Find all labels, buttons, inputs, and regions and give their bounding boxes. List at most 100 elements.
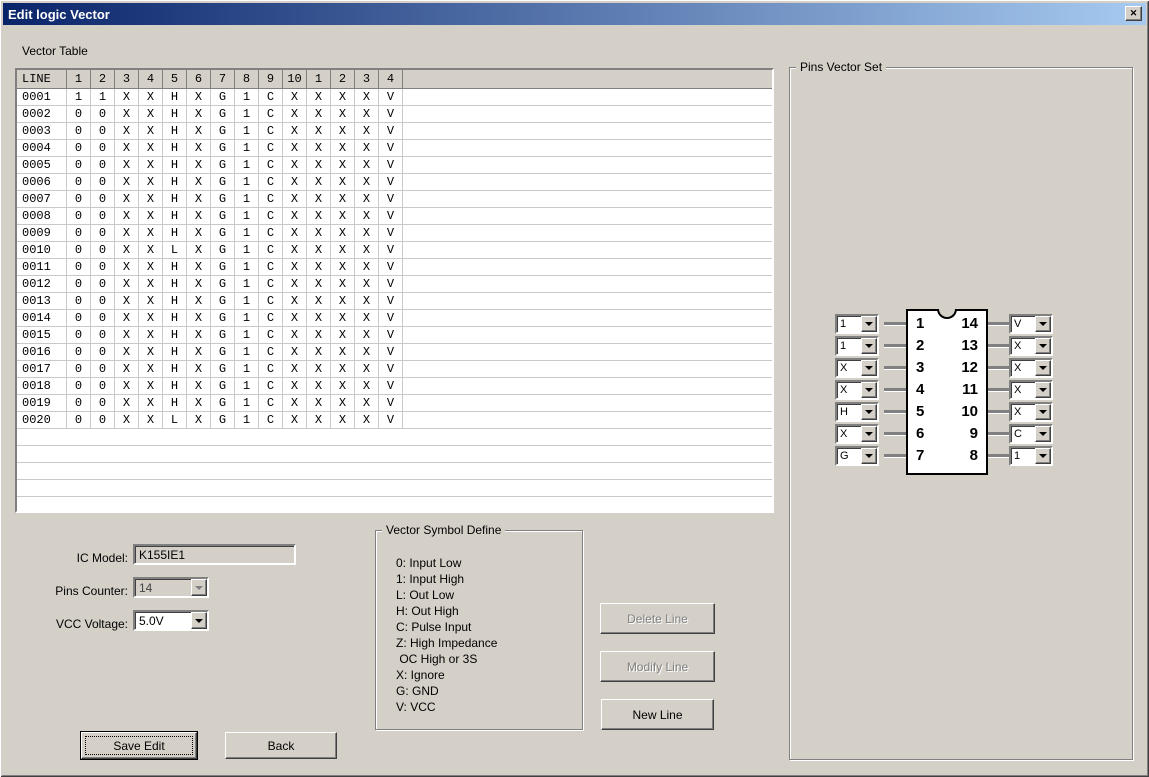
vector-cell: X (355, 208, 379, 224)
chevron-down-icon (1039, 454, 1047, 458)
vector-cell: C (259, 344, 283, 360)
ic-model-input[interactable]: K155IE1 (133, 544, 296, 565)
pin-6-combo[interactable]: X (835, 424, 879, 444)
table-row[interactable]: 0015 0 0 X X H X G 1 C X X X X V (17, 327, 772, 344)
vector-cell: 0 (91, 361, 115, 377)
table-row[interactable]: 0004 0 0 X X H X G 1 C X X X X V (17, 140, 772, 157)
pin-12-combo[interactable]: X (1009, 358, 1053, 378)
table-row[interactable]: 0020 0 0 X X L X G 1 C X X X X V (17, 412, 772, 429)
table-row[interactable]: 0019 0 0 X X H X G 1 C X X X X V (17, 395, 772, 412)
pin-4-combo[interactable]: X (835, 380, 879, 400)
vector-cell: 0 (67, 344, 91, 360)
pin-9-combo[interactable]: C (1009, 424, 1053, 444)
vector-cell: X (355, 242, 379, 258)
save-edit-button[interactable]: Save Edit (81, 732, 197, 759)
table-row[interactable]: 0008 0 0 X X H X G 1 C X X X X V (17, 208, 772, 225)
pin-combo-dropdown-button[interactable] (861, 404, 877, 420)
pin-13-combo[interactable]: X (1009, 336, 1053, 356)
vector-cell: X (331, 191, 355, 207)
vector-cell: X (139, 225, 163, 241)
table-row[interactable]: 0017 0 0 X X H X G 1 C X X X X V (17, 361, 772, 378)
title-bar[interactable]: Edit logic Vector ✕ (3, 3, 1146, 25)
pin-combo-dropdown-button[interactable] (1035, 426, 1051, 442)
pins-counter-combo[interactable]: 14 (133, 577, 209, 598)
vector-table[interactable]: LINE 1 2 3 4 5 6 7 8 9 10 1 2 3 4 0001 1 1 X X H X G 1 C X X X X V 00… (15, 68, 774, 513)
table-row[interactable]: 0006 0 0 X X H X G 1 C X X X X V (17, 174, 772, 191)
pin-combo-value: G (840, 450, 849, 462)
vector-cell: 0 (67, 310, 91, 326)
modify-line-button[interactable]: Modify Line (600, 651, 715, 682)
vector-cell: X (331, 106, 355, 122)
vector-cell: X (331, 225, 355, 241)
pin-combo-dropdown-button[interactable] (1035, 316, 1051, 332)
new-line-button[interactable]: New Line (601, 699, 714, 730)
table-row[interactable]: 0018 0 0 X X H X G 1 C X X X X V (17, 378, 772, 395)
pin-combo-dropdown-button[interactable] (861, 338, 877, 354)
vector-cell: X (283, 293, 307, 309)
pin-combo-dropdown-button[interactable] (1035, 360, 1051, 376)
pin-5-combo[interactable]: H (835, 402, 879, 422)
table-row[interactable]: 0014 0 0 X X H X G 1 C X X X X V (17, 310, 772, 327)
vector-cell: X (307, 106, 331, 122)
pin-7-combo[interactable]: G (835, 446, 879, 466)
line-number-cell: 0016 (17, 344, 67, 360)
vector-cell: V (379, 123, 403, 139)
table-row[interactable]: 0012 0 0 X X H X G 1 C X X X X V (17, 276, 772, 293)
vcc-voltage-combo[interactable]: 5.0V (133, 610, 209, 631)
pin-combo-dropdown-button[interactable] (1035, 338, 1051, 354)
vector-cell: H (163, 140, 187, 156)
pin-combo-dropdown-button[interactable] (1035, 382, 1051, 398)
vector-cell: 0 (67, 225, 91, 241)
vector-cell: C (259, 412, 283, 428)
vector-cell: X (331, 208, 355, 224)
table-row[interactable]: 0003 0 0 X X H X G 1 C X X X X V (17, 123, 772, 140)
table-row[interactable]: 0001 1 1 X X H X G 1 C X X X X V (17, 89, 772, 106)
pin-2-combo[interactable]: 1 (835, 336, 879, 356)
pin-1-combo[interactable]: 1 (835, 314, 879, 334)
vector-cell: H (163, 259, 187, 275)
pin-combo-dropdown-button[interactable] (861, 360, 877, 376)
vector-cell: X (139, 378, 163, 394)
line-number-cell: 0012 (17, 276, 67, 292)
back-button[interactable]: Back (225, 732, 337, 759)
pin-8-combo[interactable]: 1 (1009, 446, 1053, 466)
table-row[interactable]: 0005 0 0 X X H X G 1 C X X X X V (17, 157, 772, 174)
table-row[interactable]: 0010 0 0 X X L X G 1 C X X X X V (17, 242, 772, 259)
table-row[interactable]: 0007 0 0 X X H X G 1 C X X X X V (17, 191, 772, 208)
line-number-cell: 0002 (17, 106, 67, 122)
vcc-voltage-dropdown-button[interactable] (191, 612, 207, 629)
column-header: 6 (187, 70, 211, 89)
column-header: LINE (17, 70, 67, 89)
delete-line-button[interactable]: Delete Line (600, 603, 715, 634)
chevron-down-icon (1039, 432, 1047, 436)
right-pin-combos: VXXXXC1 (1009, 314, 1053, 468)
pin-combo-dropdown-button[interactable] (861, 316, 877, 332)
pin-11-combo[interactable]: X (1009, 380, 1053, 400)
table-row[interactable]: 0011 0 0 X X H X G 1 C X X X X V (17, 259, 772, 276)
pin-14-combo[interactable]: V (1009, 314, 1053, 334)
pins-counter-dropdown-button[interactable] (191, 579, 207, 596)
vector-cell: L (163, 412, 187, 428)
pin-combo-value: 1 (840, 318, 847, 330)
pin-combo-dropdown-button[interactable] (861, 382, 877, 398)
close-button[interactable]: ✕ (1125, 6, 1142, 21)
table-row[interactable]: 0013 0 0 X X H X G 1 C X X X X V (17, 293, 772, 310)
vector-cell: G (211, 327, 235, 343)
vector-cell: X (307, 174, 331, 190)
table-row[interactable]: 0016 0 0 X X H X G 1 C X X X X V (17, 344, 772, 361)
pin-combo-dropdown-button[interactable] (1035, 448, 1051, 464)
pin-combo-dropdown-button[interactable] (861, 426, 877, 442)
pin-combo-dropdown-button[interactable] (1035, 404, 1051, 420)
column-header: 5 (163, 70, 187, 89)
table-row[interactable]: 0002 0 0 X X H X G 1 C X X X X V (17, 106, 772, 123)
vector-cell: G (211, 378, 235, 394)
vector-cell: X (355, 259, 379, 275)
vector-cell: X (115, 378, 139, 394)
table-row[interactable]: 0009 0 0 X X H X G 1 C X X X X V (17, 225, 772, 242)
vector-cell: X (307, 395, 331, 411)
pin-combo-dropdown-button[interactable] (861, 448, 877, 464)
pin-10-combo[interactable]: X (1009, 402, 1053, 422)
vector-cell: X (115, 225, 139, 241)
vector-cell: H (163, 106, 187, 122)
pin-3-combo[interactable]: X (835, 358, 879, 378)
